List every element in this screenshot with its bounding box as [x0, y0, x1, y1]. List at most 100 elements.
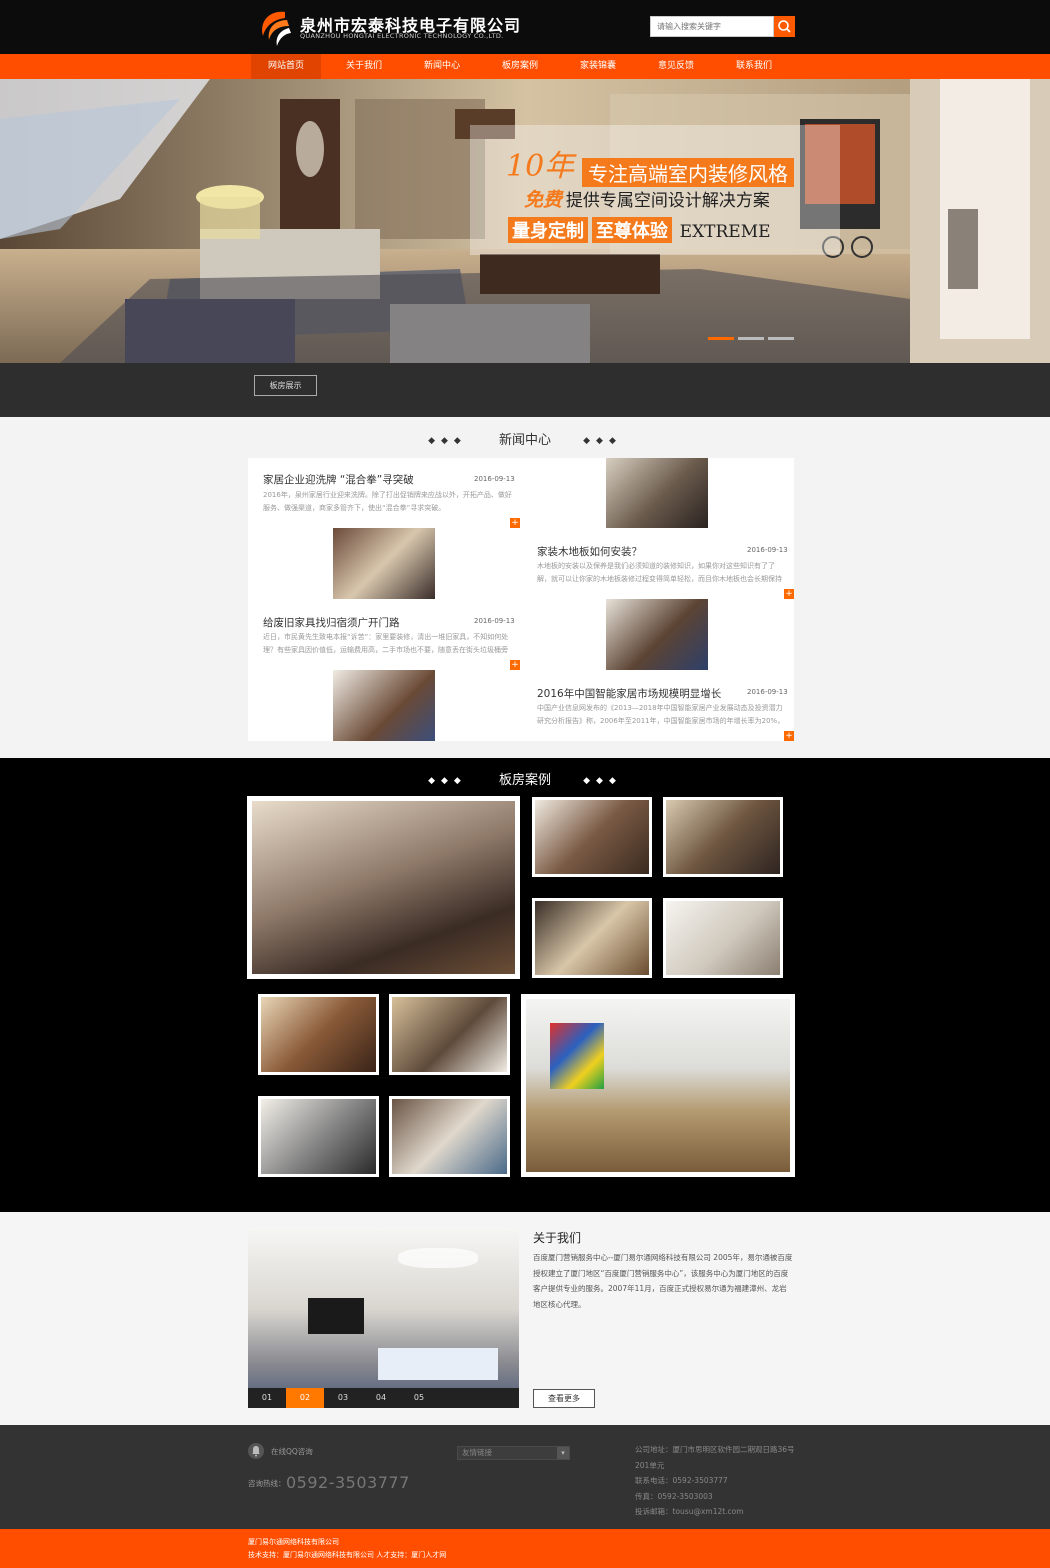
about-tv	[308, 1298, 364, 1334]
cases-title: 板房案例	[498, 773, 551, 788]
hero-strip	[0, 363, 1050, 417]
footer-phone: 联系电话：0592-3503777	[635, 1476, 728, 1485]
company-logo-icon[interactable]	[255, 6, 295, 48]
qq-consult-link[interactable]: 在线QQ咨询	[271, 1446, 313, 1457]
about-chandelier	[398, 1248, 478, 1268]
case-image-8[interactable]	[258, 1096, 379, 1177]
about-image[interactable]	[248, 1228, 519, 1408]
case-image-9[interactable]	[389, 1096, 510, 1177]
case-image-4[interactable]	[532, 898, 652, 978]
showroom-button[interactable]: 板房展示	[254, 375, 317, 396]
about-image-tabs: 01 02 03 04 05	[248, 1388, 519, 1408]
nav-contact[interactable]: 联系我们	[719, 54, 789, 79]
nav-home[interactable]: 网站首页	[251, 54, 321, 79]
main-nav: 网站首页 关于我们 新闻中心 板房案例 家装锦囊 意见反馈 联系我们	[0, 54, 1050, 79]
news-item-3-more[interactable]: +	[510, 660, 520, 670]
friend-links-label: 友情链接	[462, 1448, 492, 1457]
search-icon	[778, 20, 791, 33]
about-tab-03[interactable]: 03	[324, 1388, 362, 1408]
search-input[interactable]	[650, 16, 774, 37]
footer-contact: 公司地址：厦门市思明区软件园二期观日路36号201单元 联系电话：0592-35…	[635, 1442, 795, 1520]
news-item-3-title[interactable]: 给废旧家具找归宿须广开门路	[263, 615, 400, 630]
hero-banner[interactable]: 10年 专注高端室内装修风格 免费 提供专属空间设计解决方案 量身定制 至尊体验…	[0, 79, 1050, 363]
news-item-1-date: 2016-09-13	[474, 475, 515, 483]
case-image-6[interactable]	[258, 994, 379, 1075]
about-sofa	[378, 1348, 498, 1380]
hero-line1-text: 专注高端室内装修风格	[582, 158, 795, 187]
news-item-2-date: 2016-09-13	[747, 546, 788, 554]
news-item-2-thumb[interactable]	[606, 458, 708, 528]
hero-extreme: EXTREME	[679, 222, 771, 242]
footer	[0, 1425, 1050, 1529]
news-item-4-title[interactable]: 2016年中国智能家居市场规模明显增长	[537, 686, 721, 701]
diamond-decoration-icon: ◆◆◆	[583, 775, 622, 786]
search-button[interactable]	[774, 16, 795, 37]
hero-line2-text: 提供专属空间设计解决方案	[565, 191, 770, 211]
hero-dot-2[interactable]	[738, 337, 764, 340]
bell-icon	[252, 1446, 260, 1457]
news-item-3-date: 2016-09-13	[474, 617, 515, 625]
hero-experience: 至尊体验	[591, 217, 672, 243]
news-item-4-more[interactable]: +	[784, 731, 794, 741]
case-image-1[interactable]	[247, 796, 520, 979]
news-item-2-title[interactable]: 家装木地板如何安装？	[537, 544, 642, 559]
qq-bell-icon[interactable]	[248, 1443, 264, 1459]
news-item-1-more[interactable]: +	[510, 518, 520, 528]
news-item-1-body: 2016年，泉州家居行业迎来洗牌。除了打出促销牌来应战以外，开拓产品、做好服务、…	[263, 491, 512, 512]
news-item-1-thumb[interactable]	[333, 528, 435, 599]
news-heading: ◆◆◆ 新闻中心 ◆◆◆	[0, 429, 1050, 448]
case-image-5[interactable]	[663, 898, 783, 978]
footer-address: 公司地址：厦门市思明区软件园二期观日路36号201单元	[635, 1445, 795, 1470]
news-item-4-date: 2016-09-13	[747, 688, 788, 696]
about-tab-02[interactable]: 02	[286, 1388, 324, 1408]
top-bar	[0, 0, 1050, 54]
footer-fax: 传真：0592-3503003	[635, 1491, 713, 1501]
chevron-down-icon: ▾	[557, 1447, 569, 1459]
news-item-2-more[interactable]: +	[784, 589, 794, 599]
hero-free: 免费	[524, 189, 563, 211]
case-image-10[interactable]	[521, 994, 795, 1177]
case-image-10-painting	[550, 1023, 604, 1089]
news-item-4-thumb[interactable]	[606, 599, 708, 670]
hero-line2: 免费 提供专属空间设计解决方案	[524, 185, 770, 212]
hero-custom: 量身定制	[508, 217, 588, 243]
footer-email: 投诉邮箱：tousu@xm12t.com	[635, 1507, 744, 1516]
news-title: 新闻中心	[498, 433, 551, 448]
news-item-1-title[interactable]: 家居企业迎洗牌 “混合拳”寻突破	[263, 472, 414, 487]
about-tab-04[interactable]: 04	[362, 1388, 400, 1408]
hero-dot-1[interactable]	[708, 337, 734, 340]
about-tab-05[interactable]: 05	[400, 1388, 438, 1408]
copyright-line1: 厦门易尔通网络科技有限公司	[248, 1538, 339, 1546]
case-image-2[interactable]	[532, 797, 652, 877]
news-item-3-thumb[interactable]	[333, 670, 435, 741]
news-item-3-body: 近日，市民黄先生致电本报“诉苦”：家里要装修，清出一堆旧家具，不知如何处理？有些…	[263, 633, 509, 654]
case-image-7[interactable]	[389, 994, 510, 1075]
hero-line3: 量身定制 至尊体验 EXTREME	[508, 217, 771, 243]
nav-tips[interactable]: 家装锦囊	[563, 54, 633, 79]
about-section	[0, 1212, 1050, 1425]
diamond-decoration-icon: ◆◆◆	[583, 435, 622, 446]
diamond-decoration-icon: ◆◆◆	[428, 435, 467, 446]
cases-heading: ◆◆◆ 板房案例 ◆◆◆	[0, 769, 1050, 788]
hero-years: 10年	[506, 149, 575, 184]
nav-about[interactable]: 关于我们	[329, 54, 399, 79]
company-name-en: QUANZHOU HONGTAI ELECTRONIC TECHNOLOGY C…	[300, 32, 504, 40]
case-image-3[interactable]	[663, 797, 783, 877]
nav-news[interactable]: 新闻中心	[407, 54, 477, 79]
hotline-number: 0592-3503777	[286, 1473, 410, 1492]
hero-dot-3[interactable]	[768, 337, 794, 340]
nav-cases[interactable]: 板房案例	[485, 54, 555, 79]
about-tab-01[interactable]: 01	[248, 1388, 286, 1408]
nav-feedback[interactable]: 意见反馈	[641, 54, 711, 79]
copyright-line2: 技术支持：厦门易尔通网络科技有限公司 人才支持：厦门人才网	[248, 1551, 447, 1559]
diamond-decoration-icon: ◆◆◆	[428, 775, 467, 786]
hotline-label: 咨询热线：	[248, 1479, 286, 1488]
friend-links-select[interactable]: 友情链接 ▾	[457, 1446, 570, 1460]
about-more-button[interactable]: 查看更多	[533, 1389, 595, 1408]
news-item-4-body: 中国产业信息网发布的《2013—2018年中国智能家居产业发展动态及投资潜力研究…	[537, 704, 785, 725]
about-title: 关于我们	[533, 1231, 582, 1245]
about-body: 百度厦门营销服务中心--厦门易尔通网络科技有限公司 2005年，易尔通被百度授权…	[533, 1253, 793, 1309]
hero-line1: 10年 专注高端室内装修风格	[506, 141, 795, 187]
news-item-2-body: 木地板的安装以及保养是我们必须知道的装修知识，如果你对这些知识有了了解，就可以让…	[537, 562, 782, 583]
copyright-bar	[0, 1529, 1050, 1568]
